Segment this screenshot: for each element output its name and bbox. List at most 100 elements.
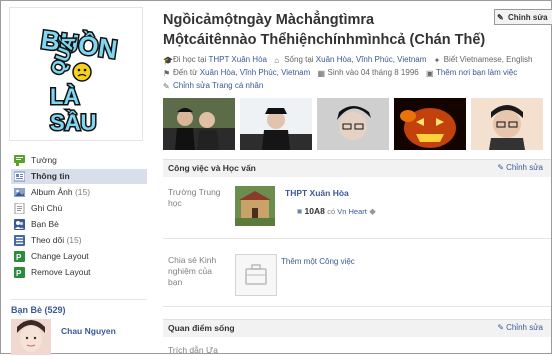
profile-name-line-2: Mộtcáitênnào Thểhiệnchínhmìnhcả (Chán Th… xyxy=(163,32,486,48)
hometown-link[interactable]: Xuân Hòa, Vĩnh Phúc, Vietnam xyxy=(200,68,311,77)
nav-item-label: Bạn Bè xyxy=(31,219,59,229)
photo-album-icon xyxy=(14,187,25,198)
friends-box-title[interactable]: Bạn Bè (529) xyxy=(11,305,66,315)
edit-profile-link[interactable]: Chỉnh sửa Trang cá nhân xyxy=(173,81,263,90)
profile-name-line-1: Ngồicảmộtngày Màchẳngtìmra xyxy=(163,12,375,28)
nav-item-subscribe[interactable]: Theo dõi (15) xyxy=(11,233,147,248)
pencil-icon: ✎ xyxy=(163,82,170,91)
speech-icon: ✦ xyxy=(433,56,441,65)
section-title: Công việc và Học vấn xyxy=(168,163,256,173)
profile-facts: 🎓Đi học tại THPT Xuân Hòa ⌂ Sống tại Xuân… xyxy=(163,53,538,92)
picture-text-3: LÀ xyxy=(50,84,79,109)
svg-text:P: P xyxy=(16,269,22,278)
nav-item-info[interactable]: Thông tin xyxy=(11,169,147,184)
layout-icon: P xyxy=(14,251,25,262)
nav-item-notes[interactable]: Ghi Chú xyxy=(11,201,147,216)
photo-thumbnail[interactable] xyxy=(471,98,543,150)
class-with-prefix: có xyxy=(327,207,338,216)
nav-item-change-layout[interactable]: P Change Layout xyxy=(11,249,147,264)
class-icon: ■ xyxy=(297,206,303,216)
school-picture[interactable] xyxy=(235,186,275,226)
nav-item-count: (15) xyxy=(64,235,82,245)
nav-item-label: Theo dõi xyxy=(31,235,65,245)
views-edit-link[interactable]: ✎ Chỉnh sửa xyxy=(497,323,543,332)
left-column: BUỒN QUÁ LÀ SẦU Tường Thông tin Album Ản… xyxy=(1,1,147,355)
pencil-icon: ✎ xyxy=(497,323,505,332)
pin-icon: ⚑ xyxy=(163,69,171,78)
nav-item-count: (15) xyxy=(72,187,91,197)
class-with: có Vn Heart xyxy=(327,207,367,216)
home-icon: ⌂ xyxy=(274,56,280,65)
quotes-row-label: Trích dẫn Ưa xyxy=(168,345,218,355)
edit-link-label: Chỉnh sửa xyxy=(506,163,543,172)
nav-item-label: Ghi Chú xyxy=(31,203,63,213)
fact-text: Biết Vietnamese, English xyxy=(443,55,533,64)
class-friend-link[interactable]: Vn Heart xyxy=(337,207,367,216)
edit-profile-button-label: Chỉnh sửa xyxy=(508,13,548,22)
work-education-edit-link[interactable]: ✎ Chỉnh sửa xyxy=(497,163,543,172)
profile-picture[interactable]: BUỒN QUÁ LÀ SẦU xyxy=(9,7,143,141)
views-header: Quan điểm sống ✎ Chỉnh sửa xyxy=(163,319,551,337)
tag-icon[interactable]: ◆ xyxy=(369,206,376,216)
photo-thumbnail[interactable] xyxy=(317,98,389,150)
fact-education: 🎓Đi học tại THPT Xuân Hòa xyxy=(163,55,267,65)
layout-icon: P xyxy=(14,267,25,278)
photo-thumbnail[interactable] xyxy=(163,98,235,150)
fact-hometown: ⚑ Đến từ Xuân Hòa, Vĩnh Phúc, Vietnam xyxy=(163,68,311,78)
edit-link-label: Chỉnh sửa xyxy=(506,323,543,332)
nav-item-friends[interactable]: Bạn Bè xyxy=(11,217,147,232)
briefcase-icon: ▣ xyxy=(425,69,434,78)
fact-text: Đến từ xyxy=(173,68,200,77)
graduation-cap-icon: 🎓 xyxy=(163,56,173,65)
notes-icon xyxy=(14,202,25,215)
nav-item-wall[interactable]: Tường xyxy=(11,153,147,168)
nav-item-label: Album Ảnh xyxy=(31,187,73,197)
info-icon xyxy=(13,171,26,182)
fact-text: Sống tại xyxy=(284,55,316,64)
profile-nav: Tường Thông tin Album Ảnh (15) Ghi Chú B… xyxy=(11,153,147,281)
friend-name[interactable]: Chau Nguyen xyxy=(61,326,116,336)
main-column: Ngồicảmộtngày Màchẳngtìmra Mộtcáitênnào … xyxy=(150,1,552,355)
fact-location: ⌂ Sống tại Xuân Hòa, Vĩnh Phúc, Vietnam xyxy=(274,55,427,65)
work-row-label: Chia sẻ Kinh nghiệm của bạn xyxy=(168,255,217,287)
school-class: ■ 10A8 có Vn Heart ◆ xyxy=(297,206,376,217)
pencil-icon: ✎ xyxy=(497,163,505,172)
fact-work: ▣ Thêm nơi bạn làm việc xyxy=(425,68,517,78)
add-work-link[interactable]: Thêm một Công việc xyxy=(281,257,355,266)
school-row-label: Trường Trung học xyxy=(168,187,221,208)
nav-item-label: Tường xyxy=(31,155,57,165)
wall-icon xyxy=(14,155,25,166)
subscribe-icon xyxy=(14,235,25,246)
photo-thumbnail[interactable] xyxy=(394,98,466,150)
nav-item-label: Thông tin xyxy=(31,171,70,181)
calendar-icon: ▦ xyxy=(317,69,326,78)
add-work-link[interactable]: Thêm nơi bạn làm việc xyxy=(436,68,517,77)
svg-text:P: P xyxy=(16,253,22,262)
nav-item-label: Remove Layout xyxy=(31,267,91,277)
photo-strip xyxy=(163,98,552,150)
fact-birthday: ▦ Sinh vào 04 tháng 8 1996 xyxy=(317,68,419,78)
fact-text: Sinh vào 04 tháng 8 1996 xyxy=(327,68,419,77)
pencil-icon: ✎ xyxy=(497,13,504,22)
school-name-link[interactable]: THPT Xuân Hòa xyxy=(285,188,349,198)
nav-item-remove-layout[interactable]: P Remove Layout xyxy=(11,265,147,280)
divider xyxy=(163,238,551,239)
picture-text-4: SẦU xyxy=(50,110,96,135)
fact-text: Đi học tại xyxy=(173,55,209,64)
add-work-placeholder[interactable] xyxy=(235,254,277,296)
section-title: Quan điểm sống xyxy=(168,323,235,333)
nav-item-label: Change Layout xyxy=(31,251,89,261)
location-link[interactable]: Xuân Hòa, Vĩnh Phúc, Vietnam xyxy=(316,55,427,64)
friend-avatar[interactable] xyxy=(11,319,51,355)
friends-icon xyxy=(14,219,25,230)
school-link[interactable]: THPT Xuân Hòa xyxy=(208,55,267,64)
photo-thumbnail[interactable] xyxy=(240,98,312,150)
nav-item-albums[interactable]: Album Ảnh (15) xyxy=(11,185,147,200)
profile-name: Ngồicảmộtngày Màchẳngtìmra Mộtcáitênnào … xyxy=(163,10,486,50)
work-education-header: Công việc và Học vấn ✎ Chỉnh sửa xyxy=(163,159,551,177)
fact-edit: ✎ Chỉnh sửa Trang cá nhân xyxy=(163,81,263,91)
class-name: 10A8 xyxy=(304,206,325,216)
edit-profile-button[interactable]: ✎ Chỉnh sửa xyxy=(494,9,552,25)
fact-languages: ✦ Biết Vietnamese, English xyxy=(433,55,533,65)
divider xyxy=(163,306,551,307)
